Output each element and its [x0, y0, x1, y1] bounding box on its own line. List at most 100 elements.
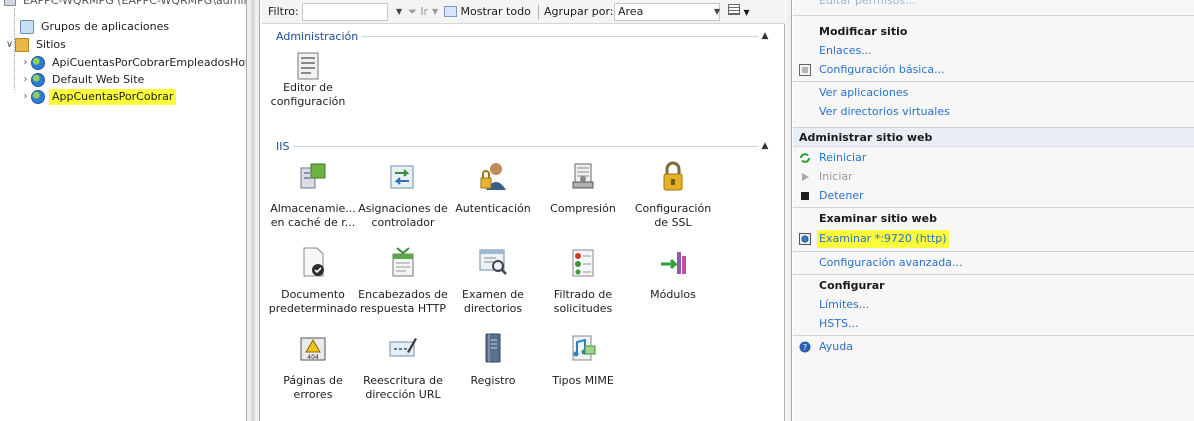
feature-http-response-headers[interactable]: Encabezados de respuesta HTTP	[357, 246, 449, 318]
actions-pane: Editar permisos... Modificar sitio Enlac…	[793, 0, 1194, 421]
group-header-iis[interactable]: IIS ▲	[276, 138, 772, 154]
filter-label: Filtro:	[268, 5, 299, 18]
compression-icon	[572, 163, 594, 189]
feature-handler-mappings[interactable]: Asignaciones de controlador	[357, 160, 449, 232]
feature-label: Tipos MIME	[552, 374, 614, 387]
feature-output-caching[interactable]: Almacenamie... en caché de r...	[267, 160, 359, 232]
features-view: Filtro: ▼ ⏷ Ir ▼ Mostrar todo Agrupar po…	[262, 0, 785, 421]
feature-url-rewrite[interactable]: Reescritura de dirección URL	[357, 332, 449, 404]
filter-dropdown-icon[interactable]: ▼	[396, 7, 402, 16]
bindings-link[interactable]: Enlaces...	[819, 42, 872, 60]
globe-icon	[31, 89, 45, 104]
group-title: Administración	[276, 29, 359, 43]
globe-icon	[31, 72, 45, 87]
feature-label: Editor de configuración	[270, 81, 346, 108]
modules-icon	[661, 252, 686, 274]
start-link[interactable]: Iniciar	[819, 168, 853, 186]
tree-item-site-selected[interactable]: › AppCuentasPorCobrar	[20, 88, 177, 105]
expand-chevron-icon[interactable]: ›	[20, 74, 31, 85]
feature-label: Encabezados de respuesta HTTP	[358, 288, 448, 315]
basic-settings-link[interactable]: Configuración básica...	[819, 61, 945, 79]
sites-folder-icon	[15, 37, 29, 52]
logging-icon	[485, 333, 501, 363]
feature-error-pages[interactable]: 404 Páginas de errores	[267, 332, 359, 404]
tree-item-site[interactable]: › Default Web Site	[20, 71, 147, 88]
feature-config-editor[interactable]: Editor de configuración	[262, 51, 354, 123]
filter-input[interactable]	[302, 3, 388, 21]
app-pools-icon	[20, 19, 34, 34]
stop-link[interactable]: Detener	[819, 187, 864, 205]
feature-default-document[interactable]: Documento predeterminado	[267, 246, 359, 318]
tree-site-label: ApiCuentasPorCobrarEmpleadosHotel	[52, 55, 260, 69]
expand-chevron-icon[interactable]: ›	[20, 57, 31, 68]
actions-splitter[interactable]	[786, 0, 792, 421]
browse-icon	[799, 233, 811, 245]
tree-server-label: EAPPC-WQRMPG (EAPPC-WQRMPG\admin	[23, 0, 251, 7]
manage-website-section[interactable]: Administrar sitio web	[793, 127, 1194, 147]
feature-directory-browsing[interactable]: Examen de directorios	[447, 246, 539, 318]
filter-toolbar: Filtro: ▼ ⏷ Ir ▼ Mostrar todo Agrupar po…	[262, 0, 785, 24]
help-link[interactable]: Ayuda	[819, 338, 853, 356]
restart-link[interactable]: Reiniciar	[819, 149, 866, 167]
default-document-icon	[303, 247, 324, 277]
http-headers-icon	[392, 247, 414, 277]
tree-item-site[interactable]: › ApiCuentasPorCobrarEmpleadosHotel	[20, 54, 262, 71]
show-all-button[interactable]: Mostrar todo	[444, 5, 531, 18]
group-header-administracion[interactable]: Administración ▲	[276, 28, 772, 44]
url-rewrite-icon	[389, 338, 417, 357]
restart-icon	[800, 153, 810, 163]
tree-site-label: AppCuentasPorCobrar	[49, 88, 177, 105]
tree-sites-label: Sitios	[36, 37, 66, 51]
feature-request-filtering[interactable]: Filtrado de solicitudes	[537, 246, 629, 318]
view-virtual-directories-link[interactable]: Ver directorios virtuales	[819, 103, 950, 121]
view-mode-button[interactable]: ▼	[728, 4, 750, 18]
authentication-icon	[480, 163, 506, 190]
group-by-dropdown-icon[interactable]: ▼	[714, 7, 720, 16]
advanced-settings-link[interactable]: Configuración avanzada...	[819, 254, 963, 272]
configure-heading: Configurar	[819, 279, 885, 292]
globe-icon	[31, 55, 45, 70]
feature-authentication[interactable]: Autenticación	[447, 160, 539, 232]
hsts-link[interactable]: HSTS...	[819, 315, 858, 333]
feature-label: Módulos	[650, 288, 696, 301]
go-dropdown-icon[interactable]: ▼	[432, 7, 438, 16]
config-editor-icon	[297, 52, 319, 80]
stop-icon	[801, 192, 809, 200]
tree-splitter[interactable]	[246, 0, 260, 421]
tree-app-pools-label: Grupos de aplicaciones	[41, 19, 170, 33]
collapse-caret-icon[interactable]: ▲	[758, 31, 772, 41]
limits-link[interactable]: Límites...	[819, 296, 869, 314]
edit-permissions-link[interactable]: Editar permisos...	[819, 0, 916, 10]
browse-website-heading: Examinar sitio web	[819, 212, 938, 225]
feature-modules[interactable]: Módulos	[627, 246, 719, 318]
feature-label: Configuración de SSL	[634, 202, 712, 229]
feature-label: Filtrado de solicitudes	[553, 288, 613, 315]
feature-label: Compresión	[550, 202, 616, 215]
svg-text:404: 404	[307, 354, 319, 361]
tree-item-sites[interactable]: ∨ Sitios	[4, 36, 69, 53]
tree-item-app-pools[interactable]: Grupos de aplicaciones	[20, 18, 172, 35]
feature-label: Autenticación	[455, 202, 531, 215]
browse-port-link[interactable]: Examinar *:9720 (http)	[817, 230, 949, 248]
collapse-caret-icon[interactable]: ▲	[758, 141, 772, 151]
feature-ssl-settings[interactable]: Configuración de SSL	[627, 160, 719, 232]
group-by-select[interactable]: Area	[614, 3, 720, 21]
feature-mime-types[interactable]: Tipos MIME	[537, 332, 629, 404]
feature-label: Asignaciones de controlador	[358, 202, 448, 229]
go-button[interactable]: ⏷ Ir	[408, 5, 428, 19]
feature-compression[interactable]: Compresión	[537, 160, 629, 232]
request-filtering-icon	[572, 249, 594, 277]
handler-mappings-icon	[390, 165, 414, 189]
collapse-chevron-icon[interactable]: ∨	[4, 39, 15, 50]
tree-item-server[interactable]: EAPPC-WQRMPG (EAPPC-WQRMPG\admin	[4, 0, 254, 9]
show-all-icon	[444, 6, 457, 17]
svg-text:?: ?	[803, 343, 807, 352]
expand-chevron-icon[interactable]: ›	[20, 91, 31, 102]
feature-label: Registro	[470, 374, 516, 387]
funnel-icon: ⏷	[408, 5, 417, 18]
help-icon: ?	[799, 341, 811, 353]
error-pages-icon: 404	[300, 337, 326, 361]
feature-label: Páginas de errores	[283, 374, 343, 401]
view-applications-link[interactable]: Ver aplicaciones	[819, 84, 908, 102]
feature-logging[interactable]: Registro	[447, 332, 539, 404]
